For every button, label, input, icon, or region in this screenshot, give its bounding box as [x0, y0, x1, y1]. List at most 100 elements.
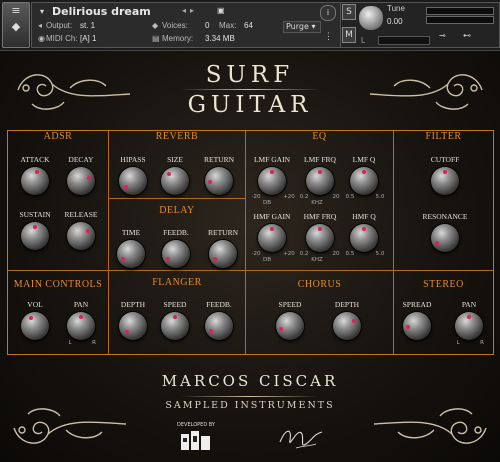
section-title-main-controls: MAIN CONTROLS [13, 279, 103, 290]
pan-knob[interactable] [67, 312, 95, 340]
lmf-q-knob[interactable] [350, 167, 378, 195]
pv-icon[interactable]: ⊷ [463, 31, 471, 40]
hmf-q-knob[interactable] [350, 224, 378, 252]
label-reverb-return: RETURN [204, 155, 234, 164]
hipass-knob[interactable] [119, 167, 147, 195]
solo-button[interactable]: S [342, 4, 356, 20]
knob-indicator [318, 227, 322, 231]
hmf-frq-unit: KHZ [311, 257, 323, 263]
delay-return-knob[interactable] [209, 240, 237, 268]
memory-label: Memory: [162, 34, 194, 43]
instrument-info-panel: ▾ Delirious dream ◂ ▸ ▣ ◂ Output: st. 1 … [31, 2, 341, 48]
knob-indicator [208, 179, 213, 184]
output-label: Output: [46, 21, 73, 30]
output-value[interactable]: st. 1 [80, 21, 95, 30]
hmf-frq-min: 0.2 [299, 251, 309, 257]
label-flanger-feedb: FEEDB. [206, 300, 232, 309]
knob-indicator [362, 227, 366, 231]
resonance-knob[interactable] [431, 224, 459, 252]
attack-knob[interactable] [21, 167, 49, 195]
divider-adsr-main [8, 270, 108, 271]
instrument-icon[interactable]: ≡ ◆ [2, 2, 30, 48]
info-icon[interactable]: i [320, 5, 336, 21]
flanger-depth-knob[interactable] [119, 312, 147, 340]
tune-label: Tune [387, 4, 405, 13]
camera-icon[interactable]: ▣ [217, 6, 225, 15]
kebab-menu-icon[interactable]: ⋮ [324, 31, 333, 42]
mute-button[interactable]: M [342, 27, 356, 43]
label-attack: ATTACK [20, 155, 50, 164]
purge-label: Purge [286, 22, 309, 31]
section-title-chorus: CHORUS [297, 279, 342, 290]
section-title-reverb: REVERB [155, 131, 199, 142]
hmf-frq-max: 20 [332, 251, 340, 257]
lmf-frq-knob[interactable] [306, 167, 334, 195]
knob-indicator [270, 170, 274, 174]
label-hipass: HIPASS [120, 155, 146, 164]
instrument-name[interactable]: Delirious dream [52, 5, 151, 18]
label-vol: VOL [27, 300, 43, 309]
lmf-gain-max: +20 [283, 194, 295, 200]
knob-indicator [443, 170, 447, 174]
max-voices-value[interactable]: 64 [244, 21, 253, 30]
lmf-gain-knob[interactable] [258, 167, 286, 195]
reverb-return-knob[interactable] [205, 167, 233, 195]
chorus-depth-knob[interactable] [333, 312, 361, 340]
dropdown-arrow-icon[interactable]: ▾ [40, 7, 44, 16]
midi-channel-label: MIDI Ch: [46, 34, 78, 43]
lmf-frq-unit: KHZ [311, 200, 323, 206]
divider-delay-flanger [109, 270, 245, 271]
label-lmf-frq: LMF FRQ [304, 155, 336, 164]
next-instrument-icon[interactable]: ▸ [190, 6, 194, 15]
hmf-gain-unit: DB [262, 257, 271, 263]
stereo-pan-left-mark: L [456, 340, 460, 346]
stereo-pan-knob[interactable] [455, 312, 483, 340]
flanger-feedb-knob[interactable] [205, 312, 233, 340]
title-divider [180, 89, 320, 90]
lmf-gain-unit: DB [262, 200, 271, 206]
title-line-2: GUITAR [187, 92, 313, 118]
release-knob[interactable] [67, 222, 95, 250]
label-decay: DECAY [68, 155, 94, 164]
knob-indicator [270, 227, 274, 231]
knob-indicator [86, 228, 91, 233]
prev-instrument-icon[interactable]: ◂ [182, 6, 186, 15]
decay-knob[interactable] [67, 167, 95, 195]
section-title-filter: FILTER [425, 131, 462, 142]
sustain-knob[interactable] [21, 222, 49, 250]
flanger-speed-knob[interactable] [161, 312, 189, 340]
divider-eq-filter [393, 131, 394, 354]
label-delay-return: RETURN [208, 228, 238, 237]
developed-by-label: DEVELOPED BY [177, 422, 215, 428]
voices-icon: ◆ [152, 21, 159, 30]
section-title-eq: EQ [312, 131, 327, 142]
delay-time-knob[interactable] [117, 240, 145, 268]
midi-icon: ◉ [38, 34, 45, 43]
knob-indicator [33, 225, 37, 229]
vol-knob[interactable] [21, 312, 49, 340]
label-lmf-gain: LMF GAIN [253, 155, 291, 164]
cutoff-knob[interactable] [431, 167, 459, 195]
hmf-frq-knob[interactable] [306, 224, 334, 252]
level-meter-left [426, 7, 494, 15]
size-knob[interactable] [161, 167, 189, 195]
delay-feedb-knob[interactable] [162, 240, 190, 268]
memory-icon: ▤ [152, 34, 160, 43]
spread-knob[interactable] [403, 312, 431, 340]
hmf-gain-max: +20 [283, 251, 295, 257]
label-resonance: RESONANCE [422, 212, 468, 221]
purge-dropdown[interactable]: Purge ▾ [283, 21, 321, 33]
midi-channel-value[interactable]: [A] 1 [80, 34, 96, 43]
pan-slider[interactable] [378, 36, 430, 45]
hmf-gain-knob[interactable] [258, 224, 286, 252]
chorus-speed-knob[interactable] [276, 312, 304, 340]
aux-icon[interactable]: ⊸ [439, 31, 446, 40]
knob-indicator [28, 315, 33, 320]
knob-indicator [124, 184, 129, 189]
label-pan: PAN [73, 300, 89, 309]
pan-left-mark: L [68, 340, 72, 346]
knob-indicator [79, 315, 83, 319]
brand-subtitle: SAMPLED INSTRUMENTS [165, 400, 335, 411]
tune-knob[interactable] [358, 5, 384, 31]
knob-indicator [279, 326, 284, 331]
